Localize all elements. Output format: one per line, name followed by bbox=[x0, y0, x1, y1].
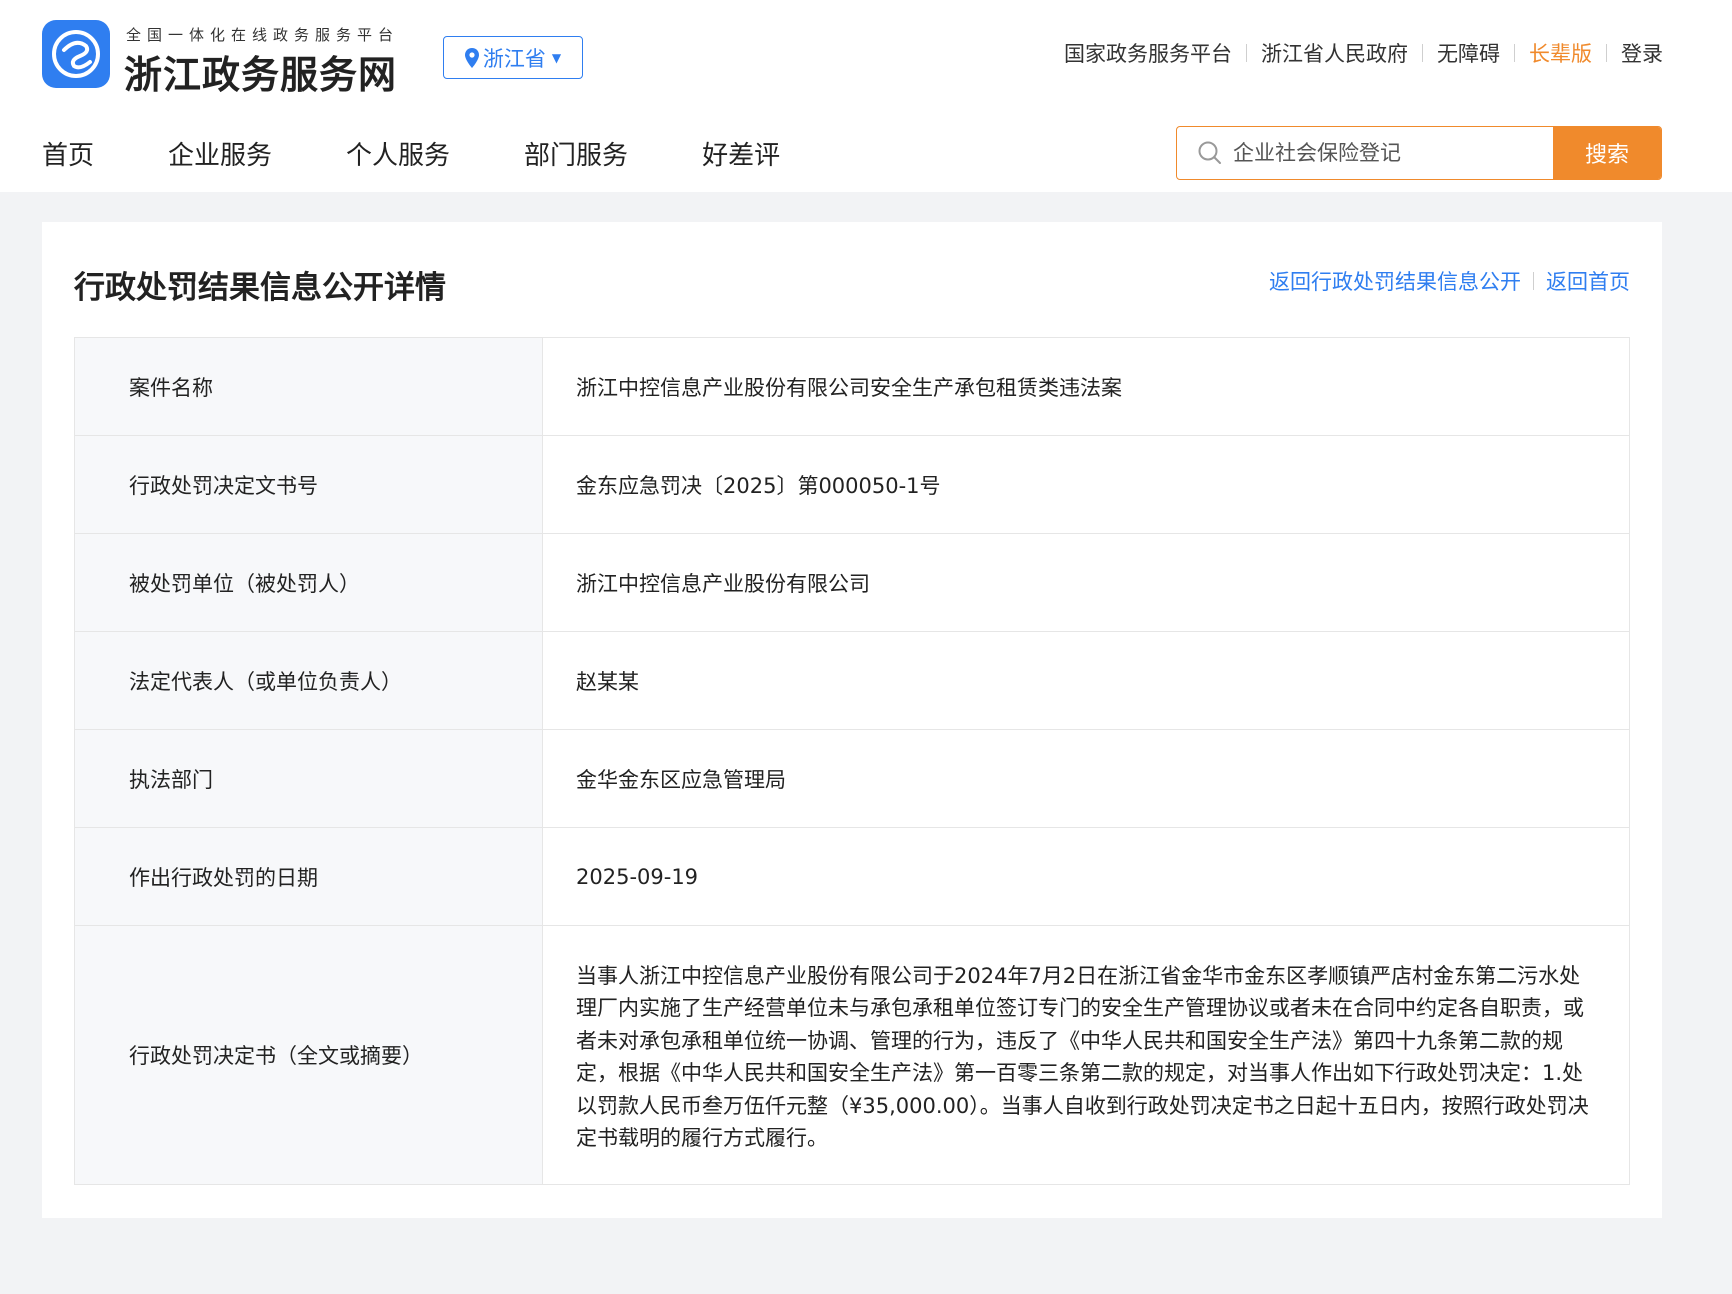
table-row: 行政处罚决定文书号 金东应急罚决〔2025〕第000050-1号 bbox=[74, 435, 1630, 534]
search-button[interactable]: 搜索 bbox=[1553, 127, 1661, 179]
nav-item-home[interactable]: 首页 bbox=[42, 135, 94, 172]
row-value-case-name: 浙江中控信息产业股份有限公司安全生产承包租赁类违法案 bbox=[542, 337, 1630, 436]
nav-item-department[interactable]: 部门服务 bbox=[524, 135, 628, 172]
detail-table: 案件名称 浙江中控信息产业股份有限公司安全生产承包租赁类违法案 行政处罚决定文书… bbox=[74, 337, 1630, 1185]
search-input[interactable] bbox=[1223, 127, 1553, 179]
caret-down-icon: ▼ bbox=[551, 50, 562, 65]
nav-item-enterprise[interactable]: 企业服务 bbox=[168, 135, 272, 172]
row-value-decision-number: 金东应急罚决〔2025〕第000050-1号 bbox=[542, 435, 1630, 534]
region-label: 浙江省 bbox=[482, 46, 546, 71]
back-to-home-link[interactable]: 返回首页 bbox=[1546, 266, 1630, 296]
top-links: 国家政务服务平台 浙江省人民政府 无障碍 长辈版 登录 bbox=[1050, 38, 1663, 68]
row-value-legal-representative: 赵某某 bbox=[542, 631, 1630, 730]
table-row: 行政处罚决定书（全文或摘要） 当事人浙江中控信息产业股份有限公司于2024年7月… bbox=[74, 925, 1630, 1185]
table-row: 法定代表人（或单位负责人） 赵某某 bbox=[74, 631, 1630, 730]
table-row: 执法部门 金华金东区应急管理局 bbox=[74, 729, 1630, 828]
location-pin-icon bbox=[464, 47, 479, 68]
row-label-case-name: 案件名称 bbox=[74, 337, 543, 436]
region-selector[interactable]: 浙江省 ▼ bbox=[443, 36, 583, 79]
nav-item-personal[interactable]: 个人服务 bbox=[346, 135, 450, 172]
card-links: 返回行政处罚结果信息公开 返回首页 bbox=[1269, 266, 1630, 296]
page-title: 行政处罚结果信息公开详情 bbox=[74, 270, 446, 306]
row-value-penalized-party: 浙江中控信息产业股份有限公司 bbox=[542, 533, 1630, 632]
site-header: 全国一体化在线政务服务平台 浙江政务服务网 浙江省 ▼ 国家政务服务平台 浙江省… bbox=[0, 0, 1732, 192]
detail-card: 行政处罚结果信息公开详情 返回行政处罚结果信息公开 返回首页 案件名称 浙江中控… bbox=[42, 222, 1662, 1218]
site-logo-icon[interactable] bbox=[42, 20, 110, 88]
row-label-penalty-date: 作出行政处罚的日期 bbox=[74, 827, 543, 926]
table-row: 作出行政处罚的日期 2025-09-19 bbox=[74, 827, 1630, 926]
link-accessibility[interactable]: 无障碍 bbox=[1423, 38, 1514, 68]
row-value-decision-text: 当事人浙江中控信息产业股份有限公司于2024年7月2日在浙江省金华市金东区孝顺镇… bbox=[542, 925, 1630, 1185]
table-row: 案件名称 浙江中控信息产业股份有限公司安全生产承包租赁类违法案 bbox=[74, 337, 1630, 436]
divider bbox=[1533, 272, 1534, 290]
row-label-enforcement-dept: 执法部门 bbox=[74, 729, 543, 828]
search-box: 搜索 bbox=[1176, 126, 1662, 180]
main-nav: 首页 企业服务 个人服务 部门服务 好差评 bbox=[42, 135, 854, 172]
link-national-platform[interactable]: 国家政务服务平台 bbox=[1050, 38, 1246, 68]
back-to-list-link[interactable]: 返回行政处罚结果信息公开 bbox=[1269, 266, 1521, 296]
link-provincial-gov[interactable]: 浙江省人民政府 bbox=[1247, 38, 1422, 68]
logo-title[interactable]: 浙江政务服务网 bbox=[124, 44, 397, 99]
logo-subtitle: 全国一体化在线政务服务平台 bbox=[126, 26, 400, 44]
row-value-penalty-date: 2025-09-19 bbox=[542, 827, 1630, 926]
table-row: 被处罚单位（被处罚人） 浙江中控信息产业股份有限公司 bbox=[74, 533, 1630, 632]
nav-item-review[interactable]: 好差评 bbox=[702, 135, 780, 172]
row-label-legal-representative: 法定代表人（或单位负责人） bbox=[74, 631, 543, 730]
search-icon bbox=[1177, 127, 1223, 179]
row-label-penalized-party: 被处罚单位（被处罚人） bbox=[74, 533, 543, 632]
row-label-decision-text: 行政处罚决定书（全文或摘要） bbox=[74, 925, 543, 1185]
row-value-enforcement-dept: 金华金东区应急管理局 bbox=[542, 729, 1630, 828]
login-link[interactable]: 登录 bbox=[1607, 38, 1663, 68]
row-label-decision-number: 行政处罚决定文书号 bbox=[74, 435, 543, 534]
link-elder-version[interactable]: 长辈版 bbox=[1515, 38, 1606, 68]
